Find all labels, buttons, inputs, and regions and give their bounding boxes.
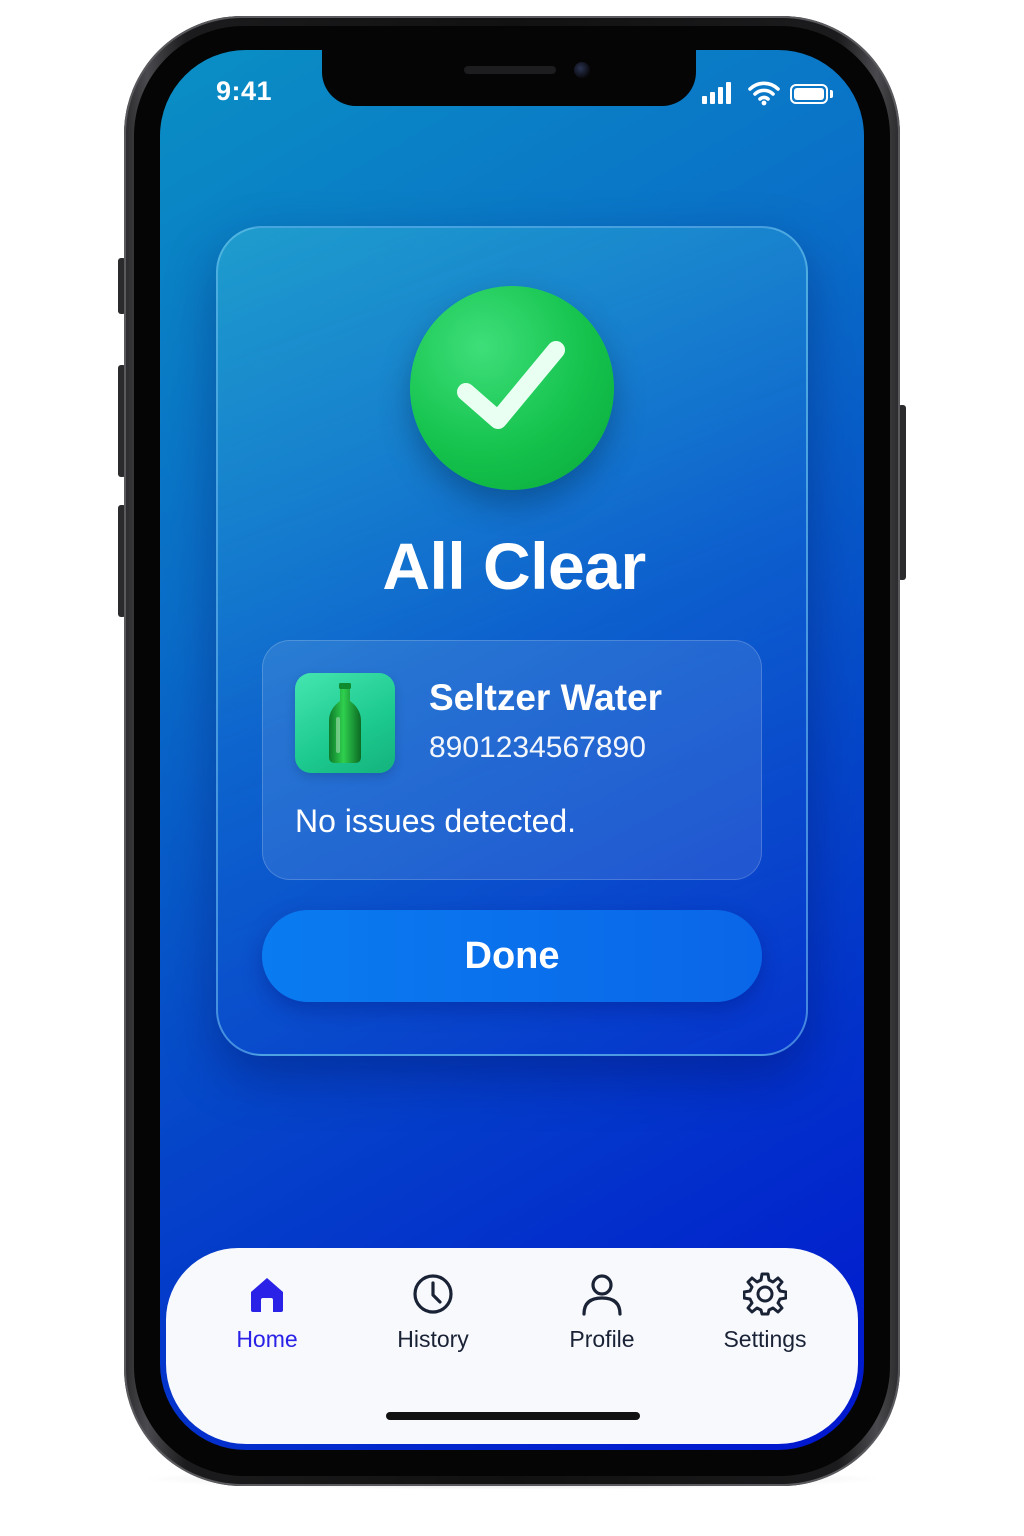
tab-history-label: History: [397, 1326, 469, 1352]
clock-icon: [411, 1272, 455, 1316]
product-barcode: 8901234567890: [429, 731, 646, 764]
status-icons: [702, 80, 838, 108]
battery-icon: [790, 84, 833, 104]
home-indicator: [386, 1412, 640, 1420]
bottle-icon: [329, 683, 361, 763]
product-info-card: Seltzer Water 8901234567890 No issues de…: [262, 640, 762, 880]
product-name: Seltzer Water: [429, 677, 663, 718]
success-badge: [410, 286, 614, 490]
scan-result-card: All Clear Seltzer Water 8901234567890 No…: [216, 226, 808, 1056]
status-time: 9:41: [216, 76, 273, 106]
notch: [322, 50, 696, 106]
tab-home-label: Home: [236, 1326, 298, 1352]
tab-history[interactable]: History: [358, 1270, 508, 1380]
gear-icon: [742, 1272, 788, 1316]
result-message: No issues detected.: [295, 803, 577, 839]
tab-profile[interactable]: Profile: [527, 1270, 677, 1380]
tab-home[interactable]: Home: [192, 1270, 342, 1380]
wifi-icon: [748, 80, 780, 106]
tab-settings-label: Settings: [723, 1326, 807, 1352]
done-button[interactable]: Done: [262, 910, 762, 1002]
app-screen: 9:41 All Clear Seltzer Water 89012345678…: [160, 50, 864, 1450]
front-camera: [574, 62, 590, 78]
tab-profile-label: Profile: [569, 1326, 635, 1352]
device-mockup: 9:41 All Clear Seltzer Water 89012345678…: [0, 0, 1024, 1536]
home-icon: [245, 1272, 289, 1316]
result-title: All Clear: [382, 529, 646, 603]
person-icon: [580, 1272, 624, 1316]
tab-bar: Home History Profile Settings: [166, 1248, 858, 1444]
product-thumbnail: [295, 673, 395, 773]
tab-settings[interactable]: Settings: [690, 1270, 840, 1380]
earpiece-speaker: [464, 66, 556, 74]
checkmark-icon: [457, 341, 565, 429]
cellular-signal-icon: [702, 80, 736, 106]
